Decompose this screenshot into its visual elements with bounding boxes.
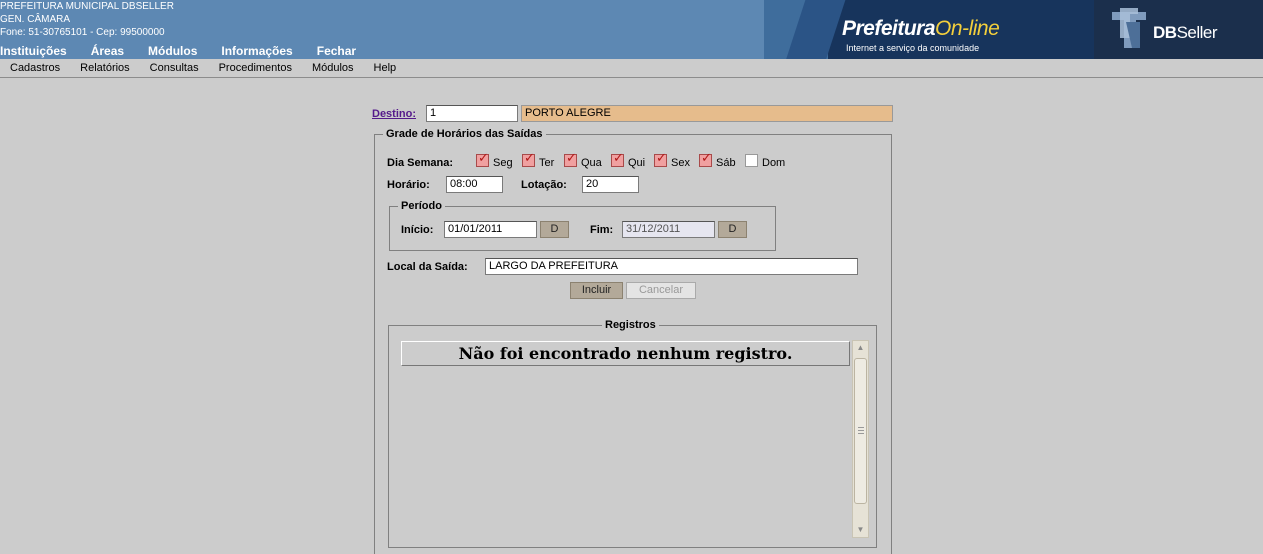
fim-date-input[interactable]: 31/12/2011: [622, 221, 715, 238]
checkbox-sab[interactable]: [699, 151, 712, 167]
dbseller-logo-icon: [1112, 8, 1146, 48]
checkbox-qui[interactable]: [611, 151, 624, 167]
destino-name-field: PORTO ALEGRE: [521, 105, 893, 122]
horario-label: Horário:: [387, 179, 430, 191]
org-info: PREFEITURA MUNICIPAL DBSELLER GEN. CÂMAR…: [0, 0, 174, 39]
checkbox-seg[interactable]: [476, 151, 489, 167]
nav-informacoes[interactable]: Informações: [221, 44, 292, 59]
menu-help[interactable]: Help: [363, 59, 406, 77]
local-saida-input[interactable]: LARGO DA PREFEITURA: [485, 258, 858, 275]
fim-label: Fim:: [590, 224, 614, 236]
nav-fechar[interactable]: Fechar: [317, 44, 356, 59]
horario-input[interactable]: 08:00: [446, 176, 503, 193]
brand-banner: PrefeituraOn-line Internet a serviço da …: [764, 0, 1263, 59]
periodo-legend: Período: [398, 200, 445, 212]
day-label-qui: Qui: [628, 157, 646, 169]
records-scrollbar[interactable]: ▲ ▼: [852, 340, 869, 538]
menu-bar: Cadastros Relatórios Consultas Procedime…: [0, 59, 1263, 78]
checkbox-qua[interactable]: [564, 151, 577, 167]
scroll-up-arrow-icon[interactable]: ▲: [853, 341, 868, 355]
inicio-label: Início:: [401, 224, 434, 236]
incluir-button[interactable]: Incluir: [570, 282, 623, 299]
day-label-seg: Seg: [493, 157, 513, 169]
registros-fieldset: Registros Não foi encontrado nenhum regi…: [388, 319, 877, 548]
day-label-ter: Ter: [539, 157, 555, 169]
registros-legend: Registros: [602, 319, 659, 331]
nav-modulos[interactable]: Módulos: [148, 44, 197, 59]
menu-relatorios[interactable]: Relatórios: [69, 59, 139, 77]
scroll-grip-icon: [858, 427, 864, 434]
checkbox-sex[interactable]: [654, 151, 667, 167]
nav-areas[interactable]: Áreas: [91, 44, 124, 59]
brand-subtitle: Internet a serviço da comunidade: [846, 43, 980, 53]
checkbox-ter[interactable]: [522, 151, 535, 167]
checkbox-dom[interactable]: [745, 154, 758, 167]
menu-procedimentos[interactable]: Procedimentos: [208, 59, 301, 77]
scroll-thumb[interactable]: [854, 358, 867, 504]
menu-consultas[interactable]: Consultas: [139, 59, 208, 77]
dbseller-logo-text: DBSeller: [1153, 23, 1218, 42]
cancelar-button[interactable]: Cancelar: [626, 282, 696, 299]
org-name: PREFEITURA MUNICIPAL DBSELLER: [0, 1, 174, 12]
lotacao-label: Lotação:: [521, 179, 567, 191]
dia-semana-label: Dia Semana:: [387, 157, 454, 169]
local-saida-label: Local da Saída:: [387, 261, 468, 273]
grade-legend: Grade de Horários das Saídas: [383, 128, 546, 140]
inicio-date-input[interactable]: 01/01/2011: [444, 221, 537, 238]
empty-records-message: Não foi encontrado nenhum registro.: [401, 341, 850, 366]
inicio-date-picker-button[interactable]: D: [540, 221, 569, 238]
menu-cadastros[interactable]: Cadastros: [0, 59, 69, 77]
org-contact: Fone: 51-30765101 - Cep: 99500000: [0, 27, 165, 38]
prefeitura-online-logo: PrefeituraOn-line: [842, 17, 1000, 40]
destino-code-input[interactable]: 1: [426, 105, 518, 122]
day-label-sex: Sex: [671, 157, 690, 169]
day-label-sab: Sáb: [716, 157, 736, 169]
org-city: GEN. CÂMARA: [0, 14, 71, 25]
day-label-qua: Qua: [581, 157, 602, 169]
fim-date-picker-button[interactable]: D: [718, 221, 747, 238]
destino-link[interactable]: Destino:: [372, 108, 416, 120]
scroll-down-arrow-icon[interactable]: ▼: [853, 523, 868, 537]
day-label-dom: Dom: [762, 157, 786, 169]
nav-instituicoes[interactable]: Instituições: [0, 44, 67, 59]
menu-modulos[interactable]: Módulos: [301, 59, 363, 77]
top-nav: Instituições Áreas Módulos Informações F…: [0, 44, 380, 59]
lotacao-input[interactable]: 20: [582, 176, 639, 193]
